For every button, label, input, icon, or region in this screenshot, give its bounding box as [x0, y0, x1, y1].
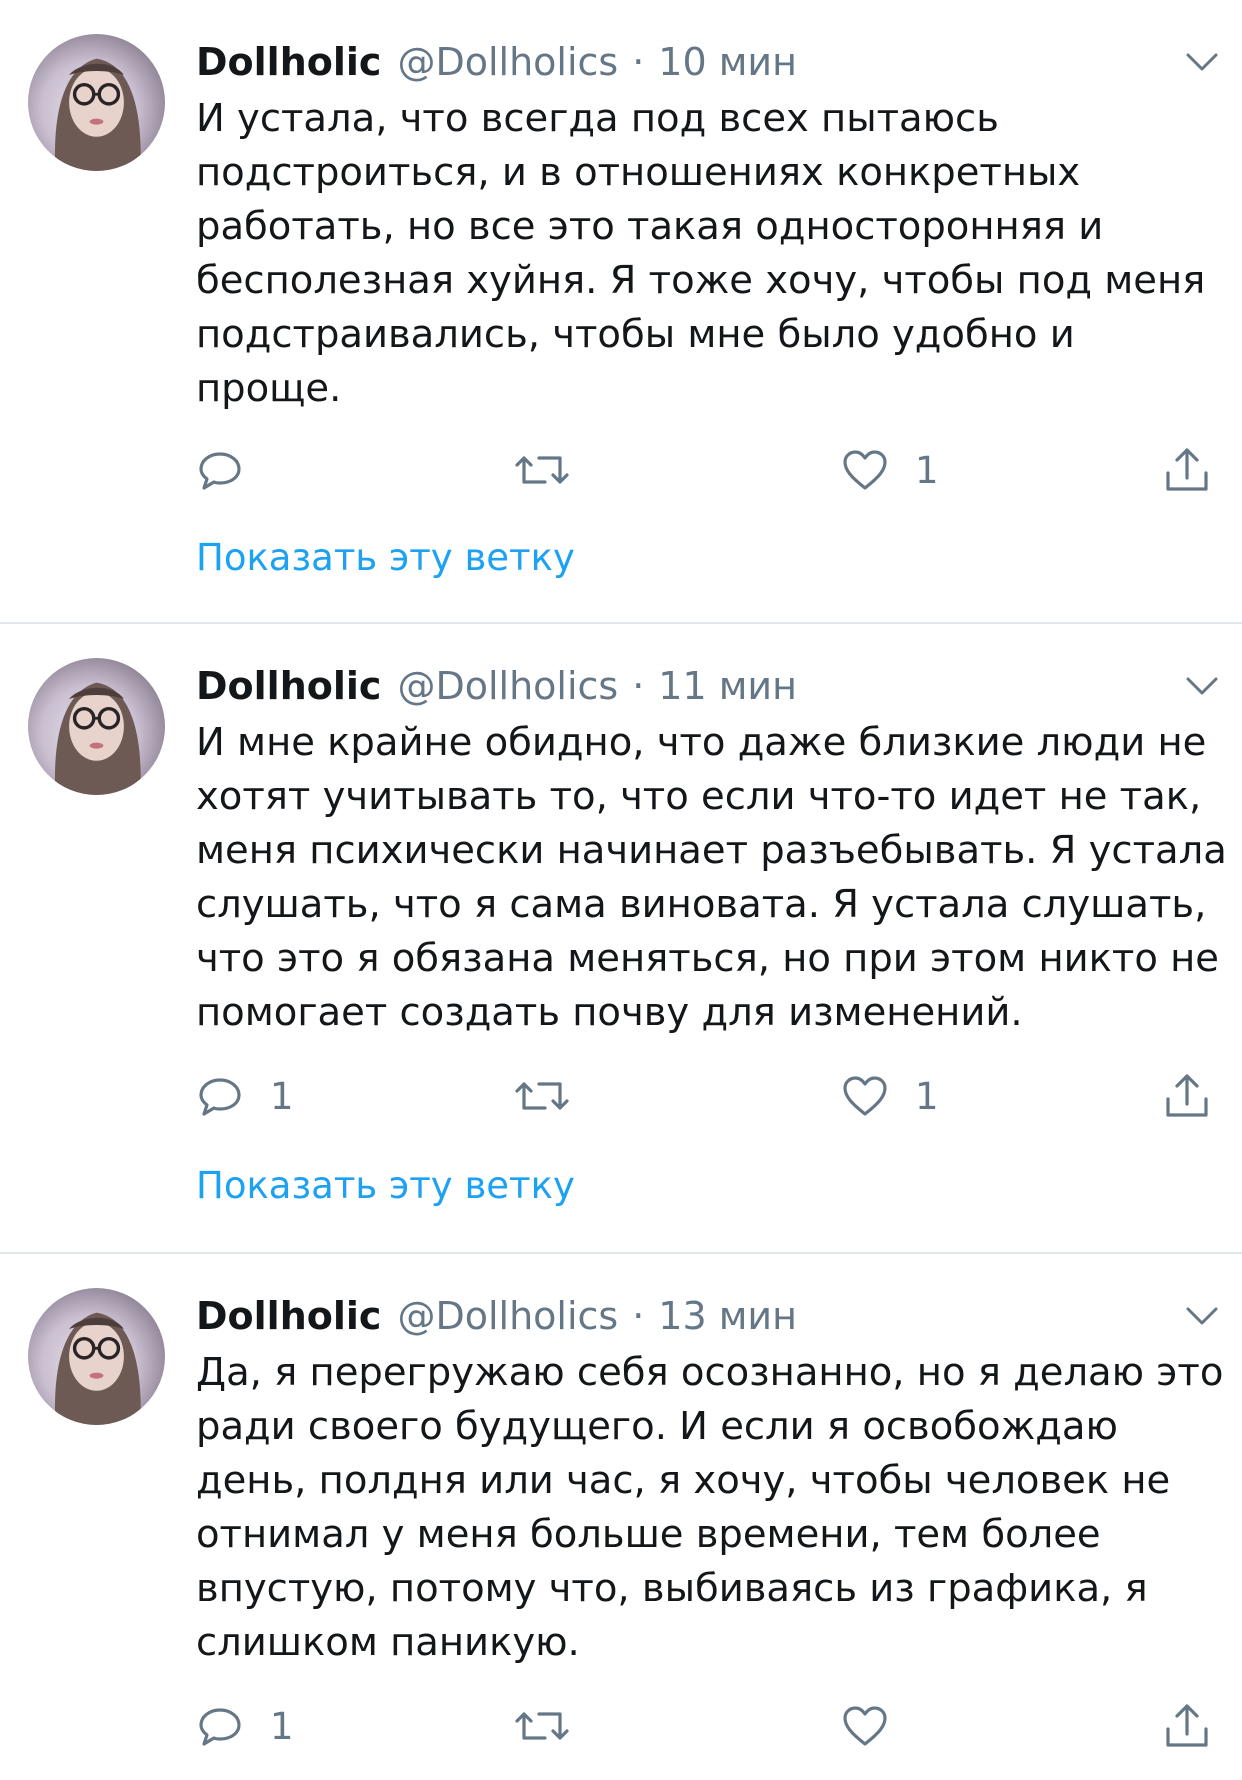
action-bar: 1 1 [196, 1068, 1242, 1124]
show-thread-link[interactable]: Показать эту ветку [196, 536, 575, 579]
like-button[interactable]: 1 [841, 442, 939, 498]
tweet[interactable]: Dollholic @Dollholics · 13 мин Да, я пер… [0, 1254, 1242, 1780]
chevron-down-icon[interactable] [1184, 50, 1220, 74]
user-handle[interactable]: @Dollholics [397, 664, 618, 708]
tweet-header: Dollholic @Dollholics · 10 мин [196, 34, 1202, 90]
tweet-text: Да, я перегружаю себя осознанно, но я де… [196, 1346, 1226, 1670]
timestamp[interactable]: 11 мин [658, 664, 797, 708]
tweet-text-line: впустую, потому что, выбиваясь из график… [196, 1566, 1148, 1611]
avatar[interactable] [28, 1288, 165, 1425]
chevron-down-icon[interactable] [1184, 1304, 1220, 1328]
share-icon [1162, 1701, 1212, 1751]
reply-icon [196, 1072, 244, 1120]
tweet-text-line: меня психически начинает разъебывать. Я … [196, 828, 1227, 873]
heart-icon [841, 1072, 889, 1120]
share-icon [1162, 1071, 1212, 1121]
avatar[interactable] [28, 658, 165, 795]
separator: · [632, 1294, 645, 1338]
heart-icon [841, 446, 889, 494]
tweet-text-line: подстраивались, чтобы мне было удобно и [196, 312, 1075, 357]
tweet-text-line: отнимал у меня больше времени, тем более [196, 1512, 1101, 1557]
like-button[interactable]: 1 [841, 1068, 939, 1124]
tweet-text: И мне крайне обидно, что даже близкие лю… [196, 716, 1227, 1040]
retweet-icon [514, 1072, 570, 1120]
avatar[interactable] [28, 34, 165, 171]
tweet-text-line: И мне крайне обидно, что даже близкие лю… [196, 720, 1207, 765]
reply-button[interactable] [196, 442, 270, 498]
reply-count: 1 [270, 1704, 294, 1748]
tweet-text-line: ради своего будущего. И если я освобожда… [196, 1404, 1118, 1449]
tweet[interactable]: Dollholic @Dollholics · 11 мин И мне кра… [0, 624, 1242, 1254]
reply-icon [196, 446, 244, 494]
heart-icon [841, 1702, 889, 1750]
user-handle[interactable]: @Dollholics [397, 40, 618, 84]
reply-count: 1 [270, 1074, 294, 1118]
tweet-header: Dollholic @Dollholics · 11 мин [196, 658, 1202, 714]
retweet-icon [514, 446, 570, 494]
share-button[interactable] [1162, 1698, 1212, 1754]
retweet-icon [514, 1702, 570, 1750]
tweet-text-line: слишком паникую. [196, 1620, 580, 1665]
tweet-text-line: день, полдня или час, я хочу, чтобы чело… [196, 1458, 1171, 1503]
reply-button[interactable]: 1 [196, 1698, 294, 1754]
like-count: 1 [915, 448, 939, 492]
tweet-text-line: И устала, что всегда под всех пытаюсь [196, 96, 999, 141]
show-thread-link[interactable]: Показать эту ветку [196, 1164, 575, 1207]
separator: · [632, 40, 645, 84]
tweet-text-line: что это я обязана меняться, но при этом … [196, 936, 1219, 981]
share-button[interactable] [1162, 1068, 1212, 1124]
action-bar: 1 [196, 1698, 1242, 1754]
tweet-text-line: хотят учитывать то, что если что-то идет… [196, 774, 1202, 819]
tweet-text-line: работать, но все это такая односторонняя… [196, 204, 1104, 249]
display-name[interactable]: Dollholic [196, 1294, 381, 1338]
timestamp[interactable]: 13 мин [658, 1294, 797, 1338]
display-name[interactable]: Dollholic [196, 664, 381, 708]
share-icon [1162, 445, 1212, 495]
tweet-text-line: проще. [196, 366, 342, 411]
action-bar: 1 [196, 442, 1242, 498]
tweet-text-line: подстроиться, и в отношениях конкретных [196, 150, 1081, 195]
retweet-button[interactable] [514, 1698, 570, 1754]
tweet-text-line: бесполезная хуйня. Я тоже хочу, чтобы по… [196, 258, 1206, 303]
tweet[interactable]: Dollholic @Dollholics · 10 мин И устала,… [0, 0, 1242, 624]
reply-button[interactable]: 1 [196, 1068, 294, 1124]
user-handle[interactable]: @Dollholics [397, 1294, 618, 1338]
timestamp[interactable]: 10 мин [658, 40, 797, 84]
separator: · [632, 664, 645, 708]
tweet-header: Dollholic @Dollholics · 13 мин [196, 1288, 1202, 1344]
share-button[interactable] [1162, 442, 1212, 498]
reply-icon [196, 1702, 244, 1750]
chevron-down-icon[interactable] [1184, 674, 1220, 698]
like-count: 1 [915, 1074, 939, 1118]
retweet-button[interactable] [514, 442, 570, 498]
like-button[interactable] [841, 1698, 915, 1754]
tweet-text-line: Да, я перегружаю себя осознанно, но я де… [196, 1350, 1224, 1395]
tweet-text: И устала, что всегда под всех пытаюсь по… [196, 92, 1226, 416]
retweet-button[interactable] [514, 1068, 570, 1124]
display-name[interactable]: Dollholic [196, 40, 381, 84]
tweet-text-line: слушать, что я сама виновата. Я устала с… [196, 882, 1207, 927]
tweet-text-line: помогает создать почву для изменений. [196, 990, 1023, 1035]
